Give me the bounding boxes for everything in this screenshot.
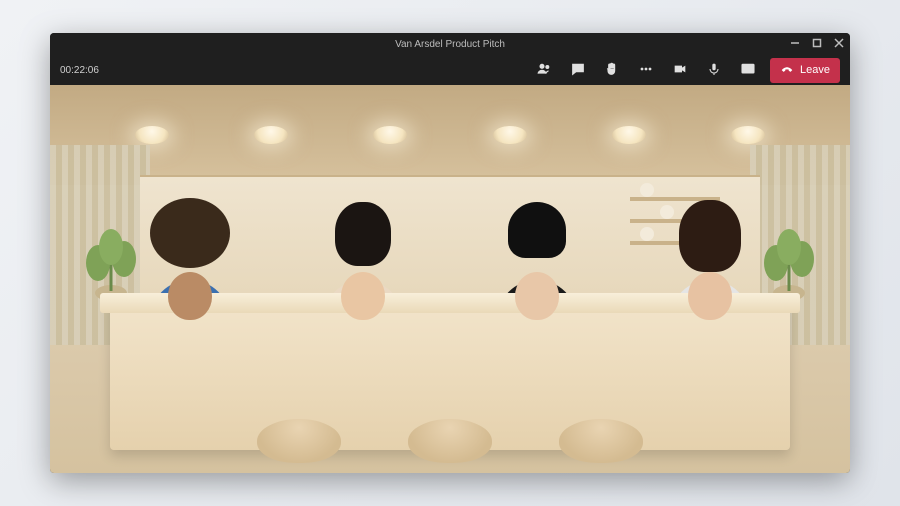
meeting-toolbar: 00:22:06 — [50, 55, 850, 85]
more-actions-button[interactable] — [634, 58, 658, 82]
hangup-icon — [780, 62, 794, 79]
leave-button[interactable]: Leave — [770, 58, 840, 83]
raise-hand-icon — [604, 61, 620, 80]
chat-button[interactable] — [566, 58, 590, 82]
raise-hand-button[interactable] — [600, 58, 624, 82]
window-controls — [790, 33, 844, 55]
call-duration-label: 00:22:06 — [60, 65, 99, 76]
plant-right — [754, 213, 824, 303]
chat-icon — [570, 61, 586, 80]
window-title: Van Arsdel Product Pitch — [395, 39, 505, 50]
minimize-button[interactable] — [790, 38, 800, 51]
mic-icon — [706, 61, 722, 80]
camera-icon — [672, 61, 688, 80]
more-icon — [638, 61, 654, 80]
camera-toggle-button[interactable] — [668, 58, 692, 82]
people-button[interactable] — [532, 58, 556, 82]
meeting-window: Van Arsdel Product Pitch 00:22:06 — [50, 33, 850, 473]
video-stage — [50, 85, 850, 473]
mic-toggle-button[interactable] — [702, 58, 726, 82]
leave-label: Leave — [800, 64, 830, 76]
stools-foreground — [190, 403, 710, 463]
plant-left — [76, 213, 146, 303]
share-screen-button[interactable] — [736, 58, 760, 82]
close-button[interactable] — [834, 38, 844, 51]
people-icon — [536, 61, 552, 80]
share-icon — [740, 61, 756, 80]
ceiling-background — [50, 85, 850, 185]
maximize-button[interactable] — [812, 38, 822, 51]
titlebar: Van Arsdel Product Pitch — [50, 33, 850, 55]
